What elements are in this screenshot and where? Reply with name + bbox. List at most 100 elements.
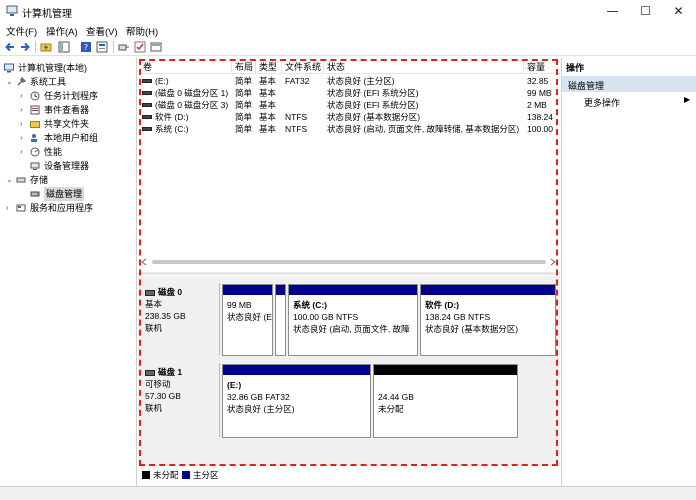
volume-capacity: 99 MB	[527, 88, 552, 98]
partition-unallocated[interactable]: 24.44 GB 未分配	[373, 364, 518, 438]
disk-0-info[interactable]: 磁盘 0 基本 238.35 GB 联机	[140, 283, 220, 355]
partition[interactable]	[275, 284, 286, 356]
chevron-down-icon[interactable]: ⌄	[6, 75, 14, 89]
column-header-capacity[interactable]: 容量	[524, 61, 558, 73]
chevron-down-icon[interactable]: ⌄	[6, 173, 14, 187]
disk-graphical-view: 磁盘 0 基本 238.35 GB 联机 99 MB 状态良好 (E 系统 (C:…	[138, 276, 560, 466]
settings-icon[interactable]	[150, 41, 162, 53]
partition[interactable]: 系统 (C:) 100.00 GB NTFS 状态良好 (启动, 页面文件, 故障	[288, 284, 418, 356]
minimize-button[interactable]: —	[596, 0, 629, 22]
volume-status: 状态良好 (EFI 系统分区)	[327, 88, 419, 98]
scroll-right-icon[interactable]	[549, 258, 557, 266]
tree-label: 磁盘管理	[44, 187, 85, 201]
partition-bar	[223, 285, 272, 295]
volume-row[interactable]: (磁盘 0 磁盘分区 3) 简单 基本 状态良好 (EFI 系统分区) 2 MB	[138, 99, 560, 111]
menu-help[interactable]: 帮助(H)	[126, 24, 158, 38]
partition-title: 软件 (D:)	[425, 300, 459, 310]
legend-swatch-primary	[182, 471, 190, 479]
performance-icon	[30, 147, 40, 157]
toolbar-separator	[113, 41, 114, 53]
volume-type: 基本	[259, 88, 277, 98]
column-header-status[interactable]: 状态	[324, 61, 524, 73]
volume-layout: 简单	[235, 124, 253, 134]
volume-row[interactable]: 系统 (C:) 简单 基本 NTFS 状态良好 (启动, 页面文件, 故障转储,…	[138, 123, 560, 135]
partition[interactable]: 软件 (D:) 138.24 GB NTFS 状态良好 (基本数据分区)	[420, 284, 556, 356]
column-header-filesystem[interactable]: 文件系统	[282, 61, 324, 73]
back-icon[interactable]	[4, 41, 16, 53]
partition-bar	[276, 285, 285, 295]
chevron-right-icon[interactable]: ›	[20, 131, 28, 145]
properties-icon[interactable]	[96, 41, 108, 53]
partition-status: 未分配	[378, 404, 404, 414]
up-folder-icon[interactable]	[40, 41, 52, 53]
column-header-type[interactable]: 类型	[256, 61, 282, 73]
disk-icon	[145, 369, 155, 376]
menu-action[interactable]: 操作(A)	[46, 24, 78, 38]
chevron-right-icon[interactable]: ›	[20, 145, 28, 159]
clock-icon	[30, 91, 40, 101]
chevron-right-icon[interactable]: ›	[6, 201, 14, 215]
volume-row[interactable]: (磁盘 0 磁盘分区 1) 简单 基本 状态良好 (EFI 系统分区) 99 M…	[138, 87, 560, 99]
disk-name: 磁盘 1	[158, 367, 183, 377]
svg-text:?: ?	[84, 43, 88, 52]
legend-swatch-unallocated	[142, 471, 150, 479]
disk-name: 磁盘 0	[158, 287, 183, 297]
menu-view[interactable]: 查看(V)	[86, 24, 118, 38]
tools-icon	[17, 77, 26, 86]
volume-name: 软件 (D:)	[155, 112, 189, 122]
help-icon[interactable]: ?	[80, 41, 92, 53]
actions-title: 操作	[566, 63, 585, 73]
show-hide-tree-icon[interactable]	[58, 41, 70, 53]
chevron-right-icon[interactable]: ›	[20, 117, 28, 131]
actions-section-label: 磁盘管理	[568, 81, 605, 91]
volume-capacity: 100.00	[527, 124, 553, 134]
maximize-button[interactable]: ☐	[629, 0, 662, 22]
partition[interactable]: (E:) 32.86 GB FAT32 状态良好 (主分区)	[222, 364, 371, 438]
volume-filesystem: NTFS	[285, 124, 308, 134]
chevron-right-icon[interactable]: ›	[20, 103, 28, 117]
partition-status: 状态良好 (E	[227, 312, 272, 322]
partition-bar	[223, 365, 370, 375]
volume-filesystem	[282, 99, 324, 111]
volume-filesystem	[282, 87, 324, 99]
computer-icon	[4, 63, 14, 73]
connect-icon[interactable]	[118, 41, 130, 53]
scroll-thumb[interactable]	[152, 260, 546, 264]
menu-file[interactable]: 文件(F)	[6, 24, 37, 38]
tree-label: 系统工具	[30, 77, 67, 87]
volume-icon	[142, 79, 152, 83]
disk-size: 57.30 GB	[145, 391, 181, 401]
forward-icon[interactable]	[19, 41, 31, 53]
partition-title: 系统 (C:)	[293, 300, 327, 310]
column-header-layout[interactable]: 布局	[232, 61, 256, 73]
more-actions-link[interactable]: 更多操作	[584, 96, 620, 109]
volume-type: 基本	[259, 76, 277, 86]
computer-management-icon	[6, 5, 18, 16]
storage-icon	[16, 177, 26, 183]
volume-filesystem: FAT32	[285, 76, 310, 86]
actions-section-disk-management[interactable]: 磁盘管理	[562, 76, 696, 92]
navigation-tree: 计算机管理(本地) ⌄ 系统工具 › 任务计划程序 › 事件查看器 › 共享文件…	[0, 58, 137, 486]
disk-1-info[interactable]: 磁盘 1 可移动 57.30 GB 联机	[140, 363, 220, 437]
chevron-right-icon[interactable]: ›	[20, 89, 28, 103]
chevron-right-icon[interactable]: ▶	[684, 95, 690, 104]
volume-row[interactable]: (E:) 简单 基本 FAT32 状态良好 (主分区) 32.85	[138, 75, 560, 87]
volume-capacity: 32.85	[527, 76, 549, 86]
tree-label: 服务和应用程序	[30, 203, 94, 213]
close-button[interactable]: ✕	[662, 0, 695, 22]
check-icon[interactable]	[134, 41, 146, 53]
pane-splitter[interactable]	[138, 272, 560, 275]
partition[interactable]: 99 MB 状态良好 (E	[222, 284, 273, 356]
volume-capacity: 2 MB	[527, 100, 547, 110]
column-header-volume[interactable]: 卷	[140, 61, 232, 73]
volume-status: 状态良好 (主分区)	[327, 76, 395, 86]
legend-label: 未分配	[153, 470, 179, 480]
event-log-icon	[30, 105, 40, 115]
scroll-left-icon[interactable]	[140, 258, 148, 266]
volume-status: 状态良好 (EFI 系统分区)	[327, 100, 419, 110]
volume-layout: 简单	[235, 100, 253, 110]
partition-status: 状态良好 (启动, 页面文件, 故障	[293, 324, 410, 334]
disk-type: 基本	[145, 299, 163, 309]
volume-row[interactable]: 软件 (D:) 简单 基本 NTFS 状态良好 (基本数据分区) 138.24	[138, 111, 560, 123]
horizontal-scrollbar[interactable]	[138, 256, 560, 268]
